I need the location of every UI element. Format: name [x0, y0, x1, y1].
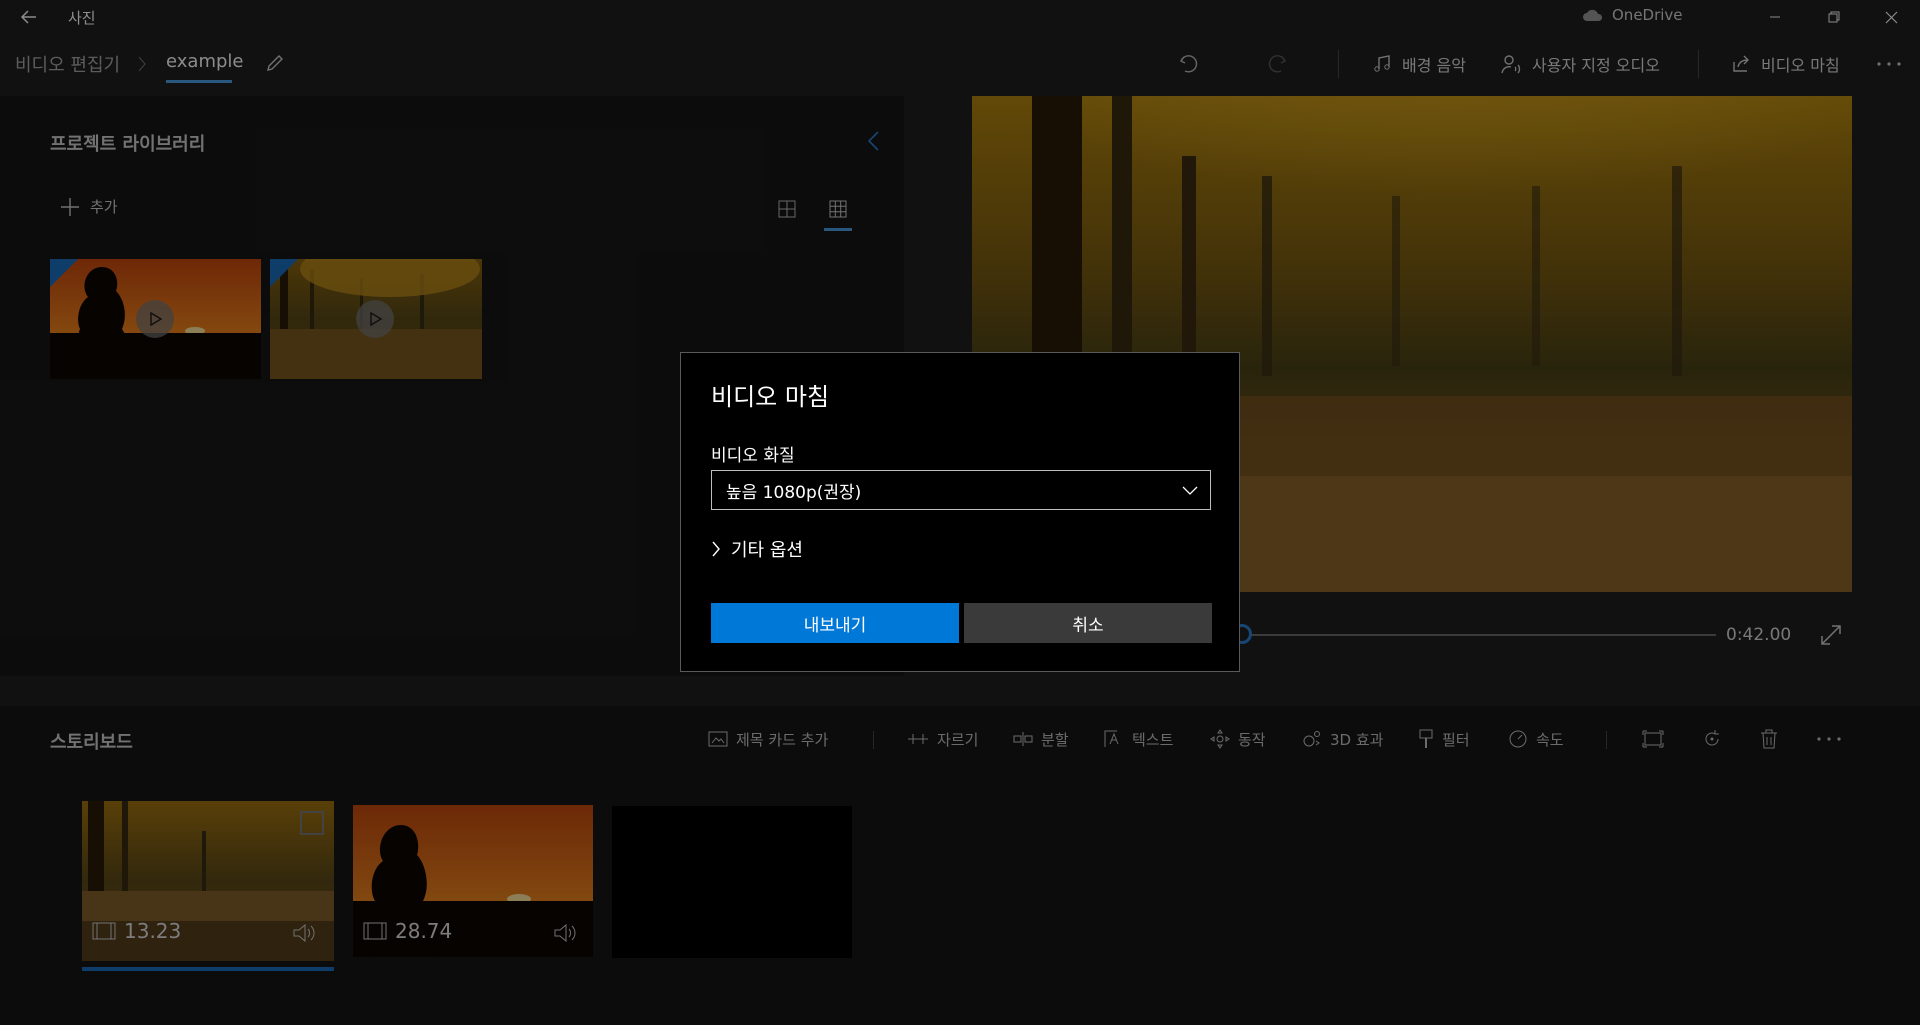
dialog-title: 비디오 마침 [711, 383, 830, 411]
export-button[interactable]: 내보내기 [711, 603, 959, 643]
video-quality-label: 비디오 화질 [711, 446, 795, 466]
cancel-button[interactable]: 취소 [964, 603, 1212, 643]
video-quality-select[interactable]: 높음 1080p(권장) [711, 470, 1211, 510]
finish-video-dialog: 비디오 마침 비디오 화질 높음 1080p(권장) 기타 옵션 내보내기 취소 [680, 352, 1240, 672]
chevron-down-icon [1182, 486, 1198, 495]
chevron-right-icon [712, 541, 720, 557]
photos-video-editor-window: 사진 OneDrive 비디오 편집기 example 배경 음악 사용자 지정… [0, 0, 1920, 1025]
more-options-label: 기타 옵션 [731, 540, 803, 561]
video-quality-value: 높음 1080p(권장) [726, 482, 862, 503]
more-options-expander[interactable]: 기타 옵션 [711, 536, 803, 562]
